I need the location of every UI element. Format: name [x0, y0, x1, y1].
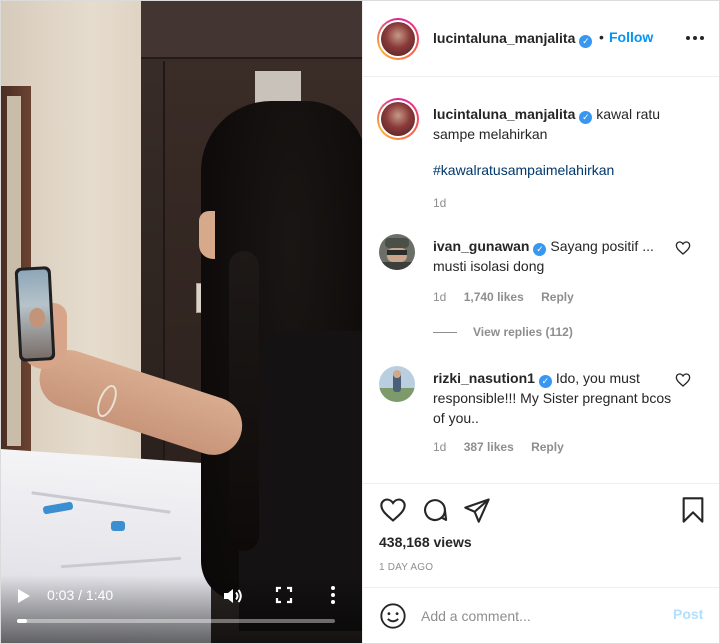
more-vertical-icon [331, 586, 335, 604]
author-username-text[interactable]: lucintaluna_manjalita [433, 30, 575, 46]
heart-icon [380, 498, 406, 522]
video-blue-object [111, 521, 125, 531]
comment-text: rizki_nasution1 ✓ Ido, you must responsib… [433, 368, 673, 428]
post-actions: 438,168 views 1 DAY AGO [363, 483, 719, 587]
video-phone-screen [17, 269, 53, 359]
play-icon [18, 589, 30, 603]
fullscreen-icon [275, 586, 293, 604]
caption-username[interactable]: lucintaluna_manjalita [433, 106, 575, 122]
play-button[interactable] [13, 585, 35, 607]
fullscreen-button[interactable] [273, 584, 295, 606]
verified-badge-icon: ✓ [533, 243, 547, 256]
caption-text: lucintaluna_manjalita ✓ kawal ratu sampe … [433, 104, 703, 144]
share-button[interactable] [463, 496, 491, 524]
paper-plane-icon [464, 498, 490, 523]
comment-like-button[interactable] [675, 240, 691, 256]
smiley-icon [380, 603, 406, 629]
video-progress-fill [17, 619, 27, 623]
video-controls: 0:03 / 1:40 [1, 575, 362, 643]
heart-icon [675, 241, 691, 255]
comment-time: 1d [433, 290, 447, 304]
bookmark-icon [682, 497, 704, 523]
commenter-avatar[interactable] [379, 234, 415, 270]
video-wardrobe-top [141, 1, 362, 59]
comment-username[interactable]: rizki_nasution1 [433, 370, 535, 386]
post-options-button[interactable] [685, 27, 705, 47]
author-avatar[interactable] [377, 18, 419, 60]
comment-bubble-icon [424, 499, 448, 522]
comment-like-button[interactable] [675, 372, 691, 388]
comment-likes[interactable]: 1,740 likes [464, 290, 524, 304]
more-horizontal-icon [686, 36, 704, 40]
like-button[interactable] [379, 496, 407, 524]
comment-text: ivan_gunawan ✓ Sayang positif ... musti i… [433, 236, 673, 276]
video-person-face [199, 211, 215, 259]
comment-username[interactable]: ivan_gunawan [433, 238, 529, 254]
video-progress-bar[interactable] [17, 619, 335, 623]
author-username[interactable]: lucintaluna_manjalita ✓ [433, 30, 593, 48]
caption-avatar[interactable] [377, 98, 419, 140]
view-replies-button[interactable]: View replies (112) [433, 325, 573, 339]
caption-hashtag[interactable]: #kawalratusampaimelahirkan [433, 162, 614, 178]
comment-meta: 1d 1,740 likes Reply [433, 290, 588, 304]
emoji-button[interactable] [379, 602, 407, 630]
save-button[interactable] [679, 496, 707, 524]
view-replies-label[interactable]: View replies (112) [473, 325, 573, 339]
verified-badge-icon: ✓ [579, 35, 593, 48]
post-date: 1 DAY AGO [379, 562, 434, 573]
volume-icon [224, 589, 242, 603]
verified-badge-icon: ✓ [538, 375, 552, 388]
comment-reply-button[interactable]: Reply [531, 440, 564, 454]
video-phone [14, 266, 56, 362]
comments-list[interactable]: lucintaluna_manjalita ✓ kawal ratu sampe … [363, 78, 719, 482]
post-header: lucintaluna_manjalita ✓ • Follow [363, 1, 719, 77]
follow-button[interactable]: Follow [609, 29, 653, 45]
instagram-post-window: 0:03 / 1:40 lucintaluna_manjalita ✓ • Fo… [0, 0, 720, 644]
video-time: 0:03 / 1:40 [47, 587, 114, 603]
heart-icon [675, 373, 691, 387]
post-video[interactable]: 0:03 / 1:40 [1, 1, 362, 643]
commenter-avatar[interactable] [379, 366, 415, 402]
video-more-button[interactable] [323, 584, 343, 606]
comment-time: 1d [433, 440, 447, 454]
comment-input[interactable] [421, 604, 661, 628]
volume-button[interactable] [221, 584, 245, 608]
replies-divider [433, 332, 457, 334]
post-comment-button[interactable]: Post [673, 606, 703, 622]
comment-button[interactable] [421, 496, 449, 524]
view-count[interactable]: 438,168 views [379, 534, 472, 550]
comment-meta: 1d 387 likes Reply [433, 440, 578, 454]
comment-reply-button[interactable]: Reply [541, 290, 574, 304]
verified-badge-icon: ✓ [579, 111, 593, 124]
video-person-hair-strand [229, 251, 259, 551]
comment-likes[interactable]: 387 likes [464, 440, 514, 454]
header-separator: • [599, 29, 604, 45]
post-side-panel: lucintaluna_manjalita ✓ • Follow lucintal… [362, 1, 719, 643]
video-call-face [28, 307, 46, 329]
add-comment-bar: Post [363, 587, 719, 643]
caption-time: 1d [433, 196, 447, 210]
